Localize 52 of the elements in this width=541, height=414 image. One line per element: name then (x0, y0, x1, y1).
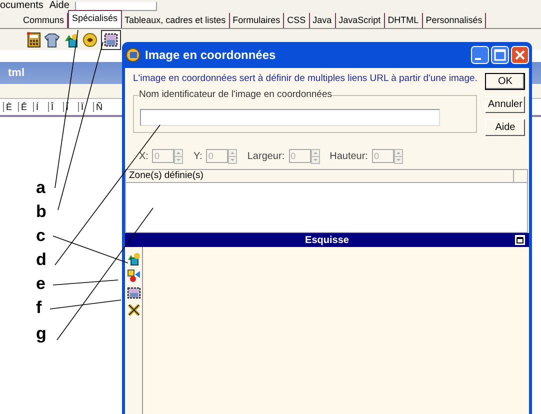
palette-tab[interactable]: DHTML (384, 13, 423, 28)
calculator-icon[interactable] (27, 32, 41, 48)
field-label: Hauteur: (330, 150, 368, 162)
character-button[interactable]: Î (48, 102, 63, 112)
dropdown-field[interactable] (75, 2, 158, 11)
callout-letter: g (36, 324, 46, 344)
name-input-field[interactable] (140, 109, 440, 126)
palette-tab[interactable]: Tableaux, cadres et listes (122, 13, 230, 28)
panel-title: Esquisse (305, 234, 349, 246)
maximize-panel-icon[interactable] (515, 235, 525, 245)
shapes-icon[interactable] (126, 252, 140, 266)
shirt-icon[interactable] (44, 32, 60, 48)
app-icon (125, 47, 141, 63)
dialog-button[interactable]: Aide (485, 119, 525, 136)
field-label: X: (139, 150, 148, 162)
zones-list[interactable]: Zone(s) définie(s) (125, 169, 528, 233)
palette-tab[interactable]: Spécialisés (68, 10, 122, 28)
palette-tab[interactable]: CSS (284, 13, 310, 28)
description-text: L'image en coordonnées sert à définir de multiples liens URL à partir d'une image. (133, 73, 478, 85)
delete-icon[interactable] (126, 303, 140, 317)
dialog-title: Image en coordonnées (145, 48, 276, 62)
image-map-icon[interactable] (101, 30, 121, 50)
field-label: Y: (193, 150, 202, 162)
callout-letter: d (36, 250, 46, 270)
callout-letter: c (36, 226, 46, 246)
maximize-button[interactable] (491, 46, 509, 64)
palette-tab[interactable]: JavaScript (336, 13, 385, 28)
image-map-icon[interactable] (126, 286, 140, 300)
character-button[interactable]: È (3, 102, 18, 112)
callout-letter: e (36, 274, 46, 294)
character-button[interactable]: Ï (78, 102, 93, 112)
character-button[interactable]: Ê (18, 102, 33, 112)
menu-item[interactable]: ocuments (0, 0, 44, 11)
callout-letter: b (36, 202, 46, 222)
palette-tab[interactable]: Java (310, 13, 336, 28)
callout-letter: a (36, 178, 46, 198)
palette-tab[interactable]: Formulaires (230, 13, 284, 28)
menu-item[interactable]: Aide (49, 0, 70, 11)
group-label: Nom identificateur de l'image en coordonnées (139, 89, 332, 100)
coin-icon[interactable] (82, 32, 98, 48)
character-button[interactable]: Í (33, 102, 48, 112)
dialog-button[interactable]: OK (485, 73, 525, 90)
shapes-icon[interactable] (126, 269, 140, 283)
dialog-button[interactable]: Annuler (485, 96, 525, 113)
palette-tab[interactable]: Personnalisés (422, 13, 486, 28)
document-title: tml (8, 66, 24, 81)
field-label: Largeur: (247, 150, 285, 162)
minimize-button[interactable] (471, 46, 489, 64)
shapes-icon[interactable] (63, 32, 79, 48)
close-button[interactable] (511, 46, 529, 64)
character-button[interactable]: Ñ (93, 102, 108, 112)
callout-letter: f (36, 298, 42, 318)
